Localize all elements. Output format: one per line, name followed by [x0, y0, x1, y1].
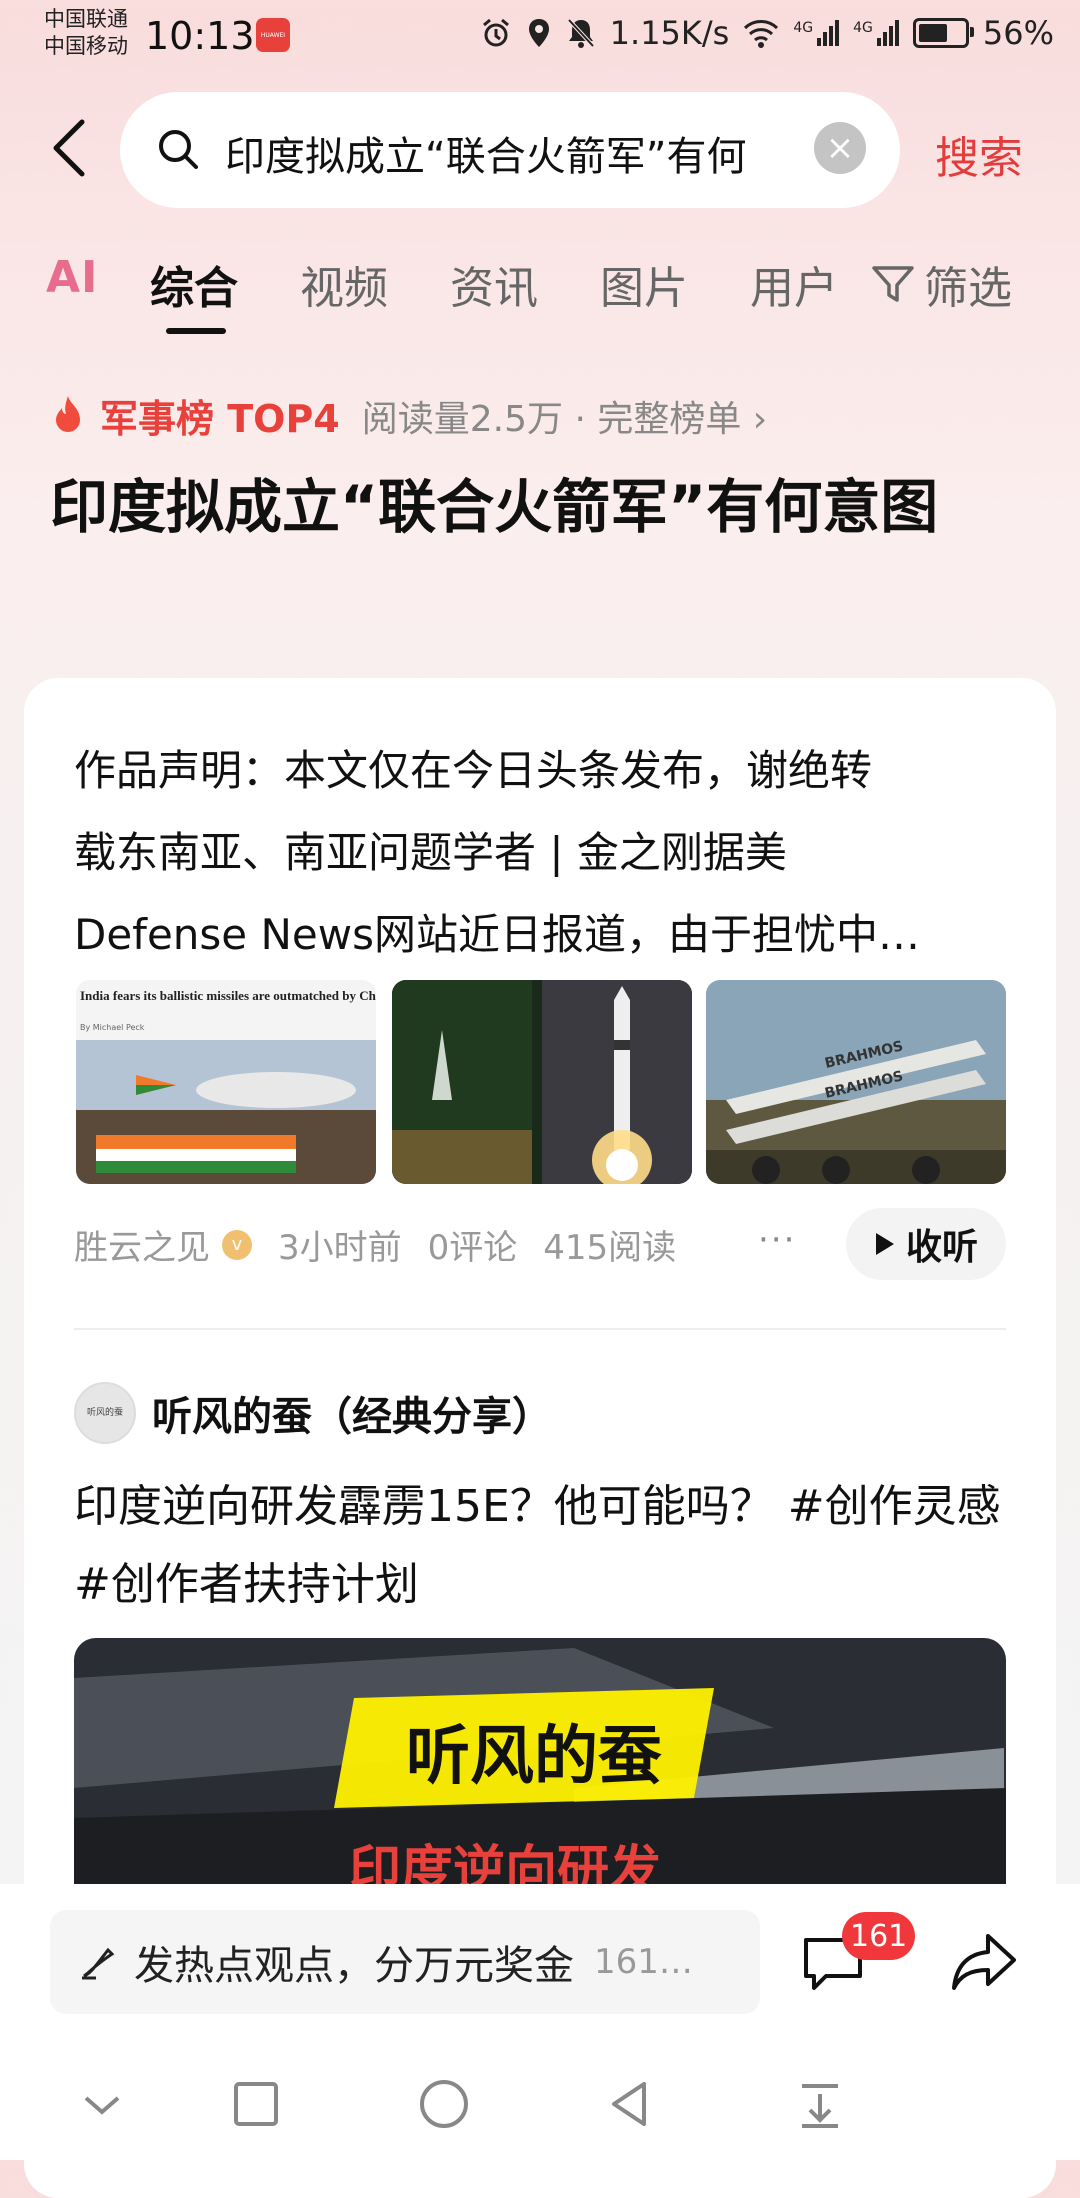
- recents-square-icon[interactable]: [226, 2074, 286, 2134]
- notification-pull-icon[interactable]: [790, 2074, 850, 2134]
- status-time: 10:13: [145, 14, 255, 58]
- share-icon[interactable]: [950, 1928, 1018, 1994]
- alarm-icon: [482, 18, 509, 47]
- post-text[interactable]: 印度逆向研发霹雳15E？他可能吗？ #创作灵感 #创作者扶持计划: [74, 1468, 1004, 1624]
- carrier-1: 中国联通: [44, 7, 128, 31]
- search-button[interactable]: 搜索: [935, 122, 1023, 186]
- hot-rank-row[interactable]: 军事榜 TOP4 阅读量2.5万 · 完整榜单 ›: [50, 388, 767, 443]
- comment-count-hint: 161…: [594, 1942, 693, 1982]
- article-image-1[interactable]: India fears its ballistic missiles are o…: [76, 980, 376, 1184]
- divider: [74, 1328, 1006, 1330]
- tab-users[interactable]: 用户: [750, 252, 838, 316]
- video-thumbnail[interactable]: 听风的蚕 印度逆向研发: [74, 1638, 1006, 1888]
- filter-label: 筛选: [924, 263, 1012, 314]
- search-icon: [159, 130, 198, 169]
- wifi-icon: [744, 20, 779, 48]
- pen-icon: [82, 1947, 115, 1980]
- snippet-line: 载东南亚、南亚问题学者 | 金之刚据美: [74, 828, 787, 877]
- battery-percent: 56%: [982, 14, 1054, 52]
- hot-rank-label: 军事榜 TOP4: [100, 397, 340, 441]
- more-options-button[interactable]: ···: [758, 1220, 796, 1260]
- tab-all[interactable]: 综合: [150, 252, 238, 316]
- carrier-2: 中国移动: [44, 34, 128, 58]
- snippet-line: 作品声明：本文仅在今日头条发布，谢绝转: [74, 746, 873, 795]
- comment-prompt: 发热点观点，分万元奖金: [134, 1943, 574, 1989]
- back-triangle-icon[interactable]: [600, 2074, 660, 2134]
- filter-button[interactable]: 筛选: [870, 252, 1012, 316]
- image1-byline: By Michael Peck: [80, 1023, 145, 1032]
- signal-1: 4G: [793, 20, 840, 46]
- battery-icon: [912, 18, 974, 48]
- system-nav-bar: [0, 2060, 1080, 2160]
- flame-icon: [56, 395, 80, 432]
- back-arrow-icon[interactable]: [50, 118, 90, 178]
- tab-images[interactable]: 图片: [600, 252, 688, 316]
- net-speed: 1.15K/s: [609, 14, 730, 52]
- comment-count: 0评论: [427, 1228, 518, 1268]
- video-subtitle: 印度逆向研发: [349, 1841, 661, 1888]
- read-count: 415阅读: [543, 1228, 677, 1268]
- search-input[interactable]: 印度拟成立“联合火箭军”有何: [225, 124, 785, 182]
- listen-label: 收听: [905, 1227, 978, 1268]
- comment-badge: 161: [842, 1912, 916, 1960]
- comment-input[interactable]: 发热点观点，分万元奖金 161…: [50, 1910, 760, 2014]
- location-icon: [528, 19, 549, 47]
- article-image-2[interactable]: [392, 980, 692, 1184]
- carrier-labels: 中国联通 中国移动: [44, 6, 128, 60]
- author-name[interactable]: 胜云之见: [74, 1220, 210, 1269]
- tab-ai[interactable]: AI: [46, 252, 98, 303]
- tab-news[interactable]: 资讯: [450, 252, 538, 316]
- chevron-down-icon[interactable]: [72, 2074, 132, 2134]
- topic-title: 印度拟成立“联合火箭军”有何意图: [50, 473, 939, 541]
- huawei-app-icon: HUAWEI: [256, 18, 290, 52]
- verified-icon: v: [222, 1229, 252, 1260]
- home-circle-icon[interactable]: [414, 2074, 474, 2134]
- listen-button[interactable]: 收听: [846, 1208, 1006, 1280]
- post-author[interactable]: 听风的蚕（经典分享）: [152, 1384, 552, 1442]
- article-snippet[interactable]: 作品声明：本文仅在今日头条发布，谢绝转 载东南亚、南亚问题学者 | 金之刚据美 …: [74, 730, 1014, 976]
- signal-2: 4G: [853, 20, 899, 46]
- filter-icon: [872, 266, 914, 302]
- post-time: 3小时前: [278, 1228, 402, 1268]
- hot-rank-meta[interactable]: 阅读量2.5万 · 完整榜单 ›: [362, 390, 767, 442]
- close-icon: ×: [825, 128, 855, 168]
- mute-bell-icon: [567, 18, 595, 48]
- article-image-3[interactable]: BRAHMOS BRAHMOS: [706, 980, 1006, 1184]
- video-title: 听风的蚕: [406, 1720, 662, 1794]
- status-icons: 1.15K/s 4G 4G 56%: [480, 14, 1054, 52]
- clear-search-button[interactable]: ×: [814, 122, 866, 174]
- article-meta: 胜云之见 v 3小时前 0评论 415阅读: [74, 1220, 676, 1269]
- active-tab-indicator: [166, 328, 226, 334]
- snippet-line: Defense News网站近日报道，由于担忧中…: [74, 910, 920, 959]
- play-icon: [875, 1233, 894, 1255]
- tab-video[interactable]: 视频: [300, 252, 388, 316]
- avatar[interactable]: 听风的蚕: [74, 1382, 136, 1444]
- image1-headline: India fears its ballistic missiles are o…: [80, 988, 376, 1003]
